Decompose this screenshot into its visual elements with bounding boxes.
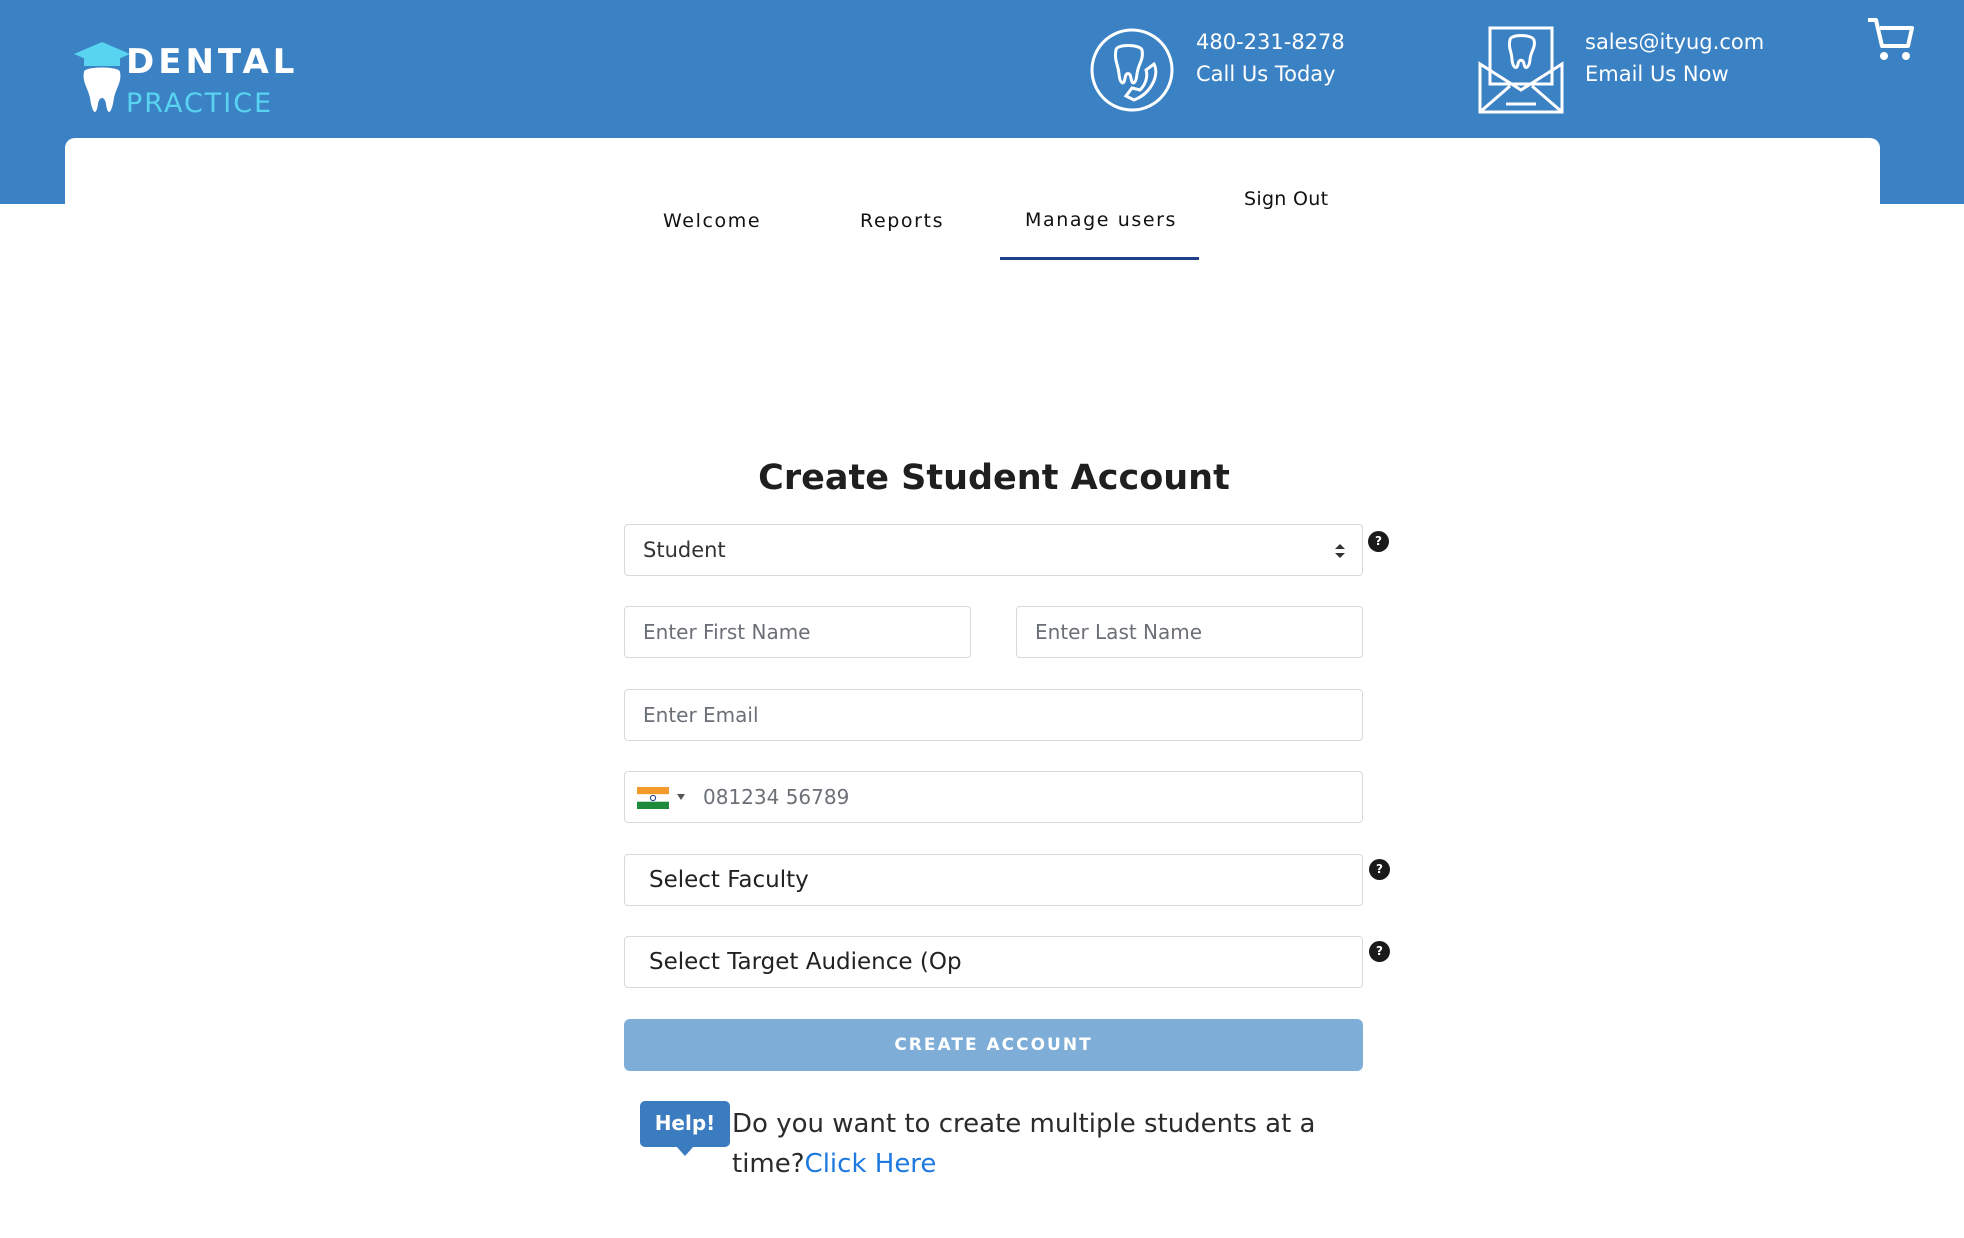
tab-reports[interactable]: Reports — [860, 210, 944, 232]
role-select-value: Student — [643, 538, 726, 562]
faculty-select[interactable]: Select Faculty — [624, 854, 1363, 906]
tooth-graduation-cap-icon — [74, 42, 130, 112]
first-name-placeholder: Enter First Name — [643, 620, 811, 644]
email-address[interactable]: sales@ityug.com — [1585, 30, 1764, 54]
india-flag-icon[interactable] — [637, 787, 669, 809]
last-name-field[interactable]: Enter Last Name — [1016, 606, 1363, 658]
target-audience-select[interactable]: Select Target Audience (Op — [624, 936, 1363, 988]
tab-welcome[interactable]: Welcome — [663, 210, 761, 232]
logo-text-practice: PRACTICE — [126, 88, 274, 119]
active-tab-underline — [1000, 257, 1199, 260]
email-caption: Email Us Now — [1585, 62, 1729, 86]
cart-icon[interactable] — [1866, 16, 1916, 64]
role-help-icon[interactable]: ? — [1368, 531, 1389, 552]
create-account-button[interactable]: CREATE ACCOUNT — [624, 1019, 1363, 1071]
email-placeholder: Enter Email — [643, 703, 759, 727]
phone-number[interactable]: 480-231-8278 — [1196, 30, 1345, 54]
bulk-create-prompt: Do you want to create multiple students … — [732, 1104, 1352, 1184]
tab-sign-out[interactable]: Sign Out — [1244, 188, 1328, 210]
country-caret-icon[interactable] — [677, 794, 685, 800]
email-field[interactable]: Enter Email — [624, 689, 1363, 741]
phone-field[interactable]: 081234 56789 — [624, 771, 1363, 823]
faculty-select-value: Select Faculty — [649, 867, 809, 893]
click-here-link[interactable]: Click Here — [805, 1149, 937, 1179]
help-badge: Help! — [640, 1101, 730, 1156]
first-name-field[interactable]: Enter First Name — [624, 606, 971, 658]
tooth-phone-icon — [1090, 28, 1174, 112]
target-audience-value: Select Target Audience (Op — [649, 949, 962, 975]
logo-text-dental: DENTAL — [126, 42, 299, 82]
phone-placeholder: 081234 56789 — [703, 785, 850, 809]
last-name-placeholder: Enter Last Name — [1035, 620, 1203, 644]
role-select[interactable]: Student — [624, 524, 1363, 576]
select-arrows-icon — [1335, 544, 1345, 558]
audience-help-icon[interactable]: ? — [1369, 941, 1390, 962]
tooth-envelope-icon — [1478, 26, 1564, 114]
phone-caption: Call Us Today — [1196, 62, 1336, 86]
tab-manage-users[interactable]: Manage users — [1025, 209, 1177, 231]
content-card — [65, 138, 1880, 1238]
page-title: Create Student Account — [758, 458, 1230, 498]
faculty-help-icon[interactable]: ? — [1369, 859, 1390, 880]
